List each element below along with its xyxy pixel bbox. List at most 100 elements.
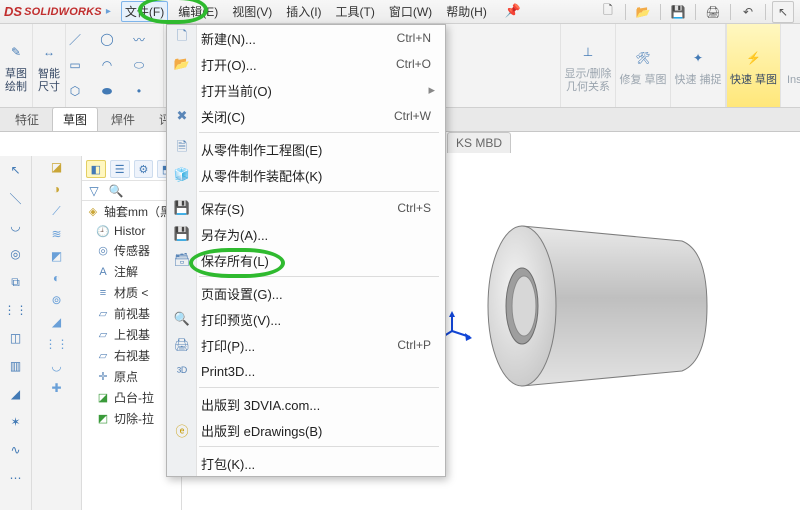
menu-edit[interactable]: 编辑(E) xyxy=(174,1,222,22)
point-tool-icon[interactable]: • xyxy=(126,80,152,102)
qat-open-button[interactable]: 📂 xyxy=(632,2,654,22)
menu-separator xyxy=(199,276,439,277)
file-save[interactable]: 💾 保存(S) Ctrl+S xyxy=(167,195,445,221)
arc-tool-icon[interactable]: ◠ xyxy=(94,54,120,76)
chevron-right-icon[interactable]: ▸ xyxy=(106,6,111,17)
menu-file[interactable]: 文件(F) xyxy=(121,1,168,22)
separator xyxy=(625,4,626,20)
tab-feature[interactable]: 特征 xyxy=(4,107,50,131)
file-open[interactable]: 📂 打开(O)... Ctrl+O xyxy=(167,51,445,77)
tree-tab-config[interactable]: ⚙ xyxy=(134,160,154,178)
line-tool-icon[interactable]: ／ xyxy=(62,28,88,50)
menu-view[interactable]: 视图(V) xyxy=(228,1,276,22)
revolve-icon[interactable]: ◑ xyxy=(53,182,60,196)
search-icon[interactable]: 🔍 xyxy=(108,184,124,198)
file-print[interactable]: 🖨 打印(P)... Ctrl+P xyxy=(167,332,445,358)
draft-icon[interactable]: ◢ xyxy=(5,384,27,404)
file-print3d[interactable]: ³ᴰ Print3D... xyxy=(167,358,445,384)
file-save-label: 保存(S) xyxy=(201,199,244,218)
rect-tool-icon[interactable]: ▭ xyxy=(62,54,88,76)
plane-icon: ▱ xyxy=(96,328,110,342)
qat-select-button[interactable]: ↖ xyxy=(772,1,794,23)
file-open-current[interactable]: 打开当前(O) ▸ xyxy=(167,77,445,103)
file-new[interactable]: 🗋 新建(N)... Ctrl+N xyxy=(167,25,445,51)
linear-pattern-icon[interactable]: ⋮⋮ xyxy=(45,337,69,351)
more-icon[interactable]: ⋯ xyxy=(5,468,27,488)
ref-geom-icon[interactable]: ✶ xyxy=(5,412,27,432)
instant2d-button[interactable]: ⊕ Instant2D xyxy=(781,24,800,107)
show-delete-relations-button[interactable]: ⊥ 显示/删除 几何关系 xyxy=(561,24,616,107)
close-icon: ✖ xyxy=(172,108,192,124)
loft-icon[interactable]: ≋ xyxy=(51,227,61,241)
file-new-shortcut: Ctrl+N xyxy=(397,31,445,45)
file-make-assembly[interactable]: 🧊 从零件制作装配体(K) xyxy=(167,162,445,188)
rapid-sketch-label: 快速 草图 xyxy=(730,74,777,86)
left-toolbar: ↖ ＼ ◡ ◎ ⧉ ⋮⋮ ◫ ▥ ◢ ✶ ∿ ⋯ xyxy=(0,156,32,510)
file-make-drawing[interactable]: 🗎 从零件制作工程图(E) xyxy=(167,136,445,162)
qat-new-button[interactable]: 🗋 xyxy=(597,2,619,22)
boss-extrude-icon[interactable]: ◪ xyxy=(51,160,62,174)
sketch-button[interactable]: ✎ 草图 绘制 xyxy=(0,24,33,107)
sweep-icon[interactable]: ⟋ xyxy=(52,204,60,219)
rapid-sketch-button[interactable]: ⚡ 快速 草图 xyxy=(726,24,781,107)
save-all-icon: 🗃 xyxy=(172,252,192,268)
separator xyxy=(660,4,661,20)
edrawings-icon: ⓔ xyxy=(172,421,192,440)
circle-tool-icon[interactable]: ◯ xyxy=(94,28,120,50)
mirror-icon[interactable]: ⧉ xyxy=(5,272,27,292)
tree-tab-property[interactable]: ☰ xyxy=(110,160,130,178)
slot-tool-icon[interactable]: ⬬ xyxy=(94,80,120,102)
file-pack[interactable]: 打包(K)... xyxy=(167,450,445,476)
pin-icon[interactable]: 📌 xyxy=(501,1,525,22)
menu-window[interactable]: 窗口(W) xyxy=(385,1,436,22)
polygon-tool-icon[interactable]: ⬡ xyxy=(62,80,88,102)
hole-icon[interactable]: ◎ xyxy=(5,244,27,264)
filter-icon[interactable]: ▽ xyxy=(86,184,102,198)
menu-help[interactable]: 帮助(H) xyxy=(442,1,491,22)
file-page-setup[interactable]: 页面设置(G)... xyxy=(167,280,445,306)
origin-icon: ✛ xyxy=(96,370,110,384)
file-publish-edrawings-label: 出版到 eDrawings(B) xyxy=(201,421,322,440)
ellipse-tool-icon[interactable]: ⬭ xyxy=(126,54,152,76)
tab-sketch[interactable]: 草图 xyxy=(52,107,98,131)
file-save-all[interactable]: 🗃 保存所有(L) xyxy=(167,247,445,273)
save-icon: 💾 xyxy=(172,200,192,216)
menu-tools[interactable]: 工具(T) xyxy=(332,1,379,22)
file-publish-edrawings[interactable]: ⓔ 出版到 eDrawings(B) xyxy=(167,417,445,443)
file-publish-3dvia-label: 出版到 3DVIA.com... xyxy=(201,395,320,414)
file-print-preview[interactable]: 🔍 打印预览(V)... xyxy=(167,306,445,332)
file-save-as[interactable]: 💾 另存为(A)... xyxy=(167,221,445,247)
menu-insert[interactable]: 插入(I) xyxy=(282,1,325,22)
rib-icon[interactable]: ▥ xyxy=(5,356,27,376)
rapid-snap-button[interactable]: ✦ 快速 捕捉 xyxy=(671,24,726,107)
shell-icon[interactable]: ◫ xyxy=(5,328,27,348)
tree-tab-feature[interactable]: ◧ xyxy=(86,160,106,178)
reference-icon[interactable]: ✚ xyxy=(51,381,61,395)
cut-extrude-icon[interactable]: ◩ xyxy=(51,249,62,263)
repair-sketch-button[interactable]: 🛠 修复 草图 xyxy=(616,24,671,107)
pattern-icon[interactable]: ⋮⋮ xyxy=(5,300,27,320)
file-close[interactable]: ✖ 关闭(C) Ctrl+W xyxy=(167,103,445,129)
qat-undo-button[interactable]: ↶ xyxy=(737,2,759,22)
hole-wizard-icon[interactable]: ⊚ xyxy=(51,293,61,307)
fillet-icon[interactable]: ◡ xyxy=(5,216,27,236)
line-icon[interactable]: ＼ xyxy=(5,188,27,208)
material-icon: ≡ xyxy=(96,286,110,300)
qat-print-button[interactable]: 🖨 xyxy=(702,2,724,22)
chamfer-icon[interactable]: ◢ xyxy=(52,315,61,329)
rapid-sketch-icon: ⚡ xyxy=(740,44,768,72)
tree-right-label: 右视基 xyxy=(114,347,150,364)
tab-mbd[interactable]: KS MBD xyxy=(447,132,511,153)
print3d-icon: ³ᴰ xyxy=(172,364,192,379)
file-publish-3dvia[interactable]: 出版到 3DVIA.com... xyxy=(167,391,445,417)
annotation-icon: A xyxy=(96,265,110,279)
tab-weldment[interactable]: 焊件 xyxy=(100,107,146,131)
qat-save-button[interactable]: 💾 xyxy=(667,2,689,22)
select-icon[interactable]: ↖ xyxy=(5,160,27,180)
curves-icon[interactable]: ∿ xyxy=(5,440,27,460)
fillet2-icon[interactable]: ◡ xyxy=(51,359,61,373)
instant2d-icon: ⊕ xyxy=(797,44,800,72)
spline-tool-icon[interactable]: 〰 xyxy=(126,28,152,50)
separator xyxy=(695,4,696,20)
cut-revolve-icon[interactable]: ◐ xyxy=(53,271,60,285)
